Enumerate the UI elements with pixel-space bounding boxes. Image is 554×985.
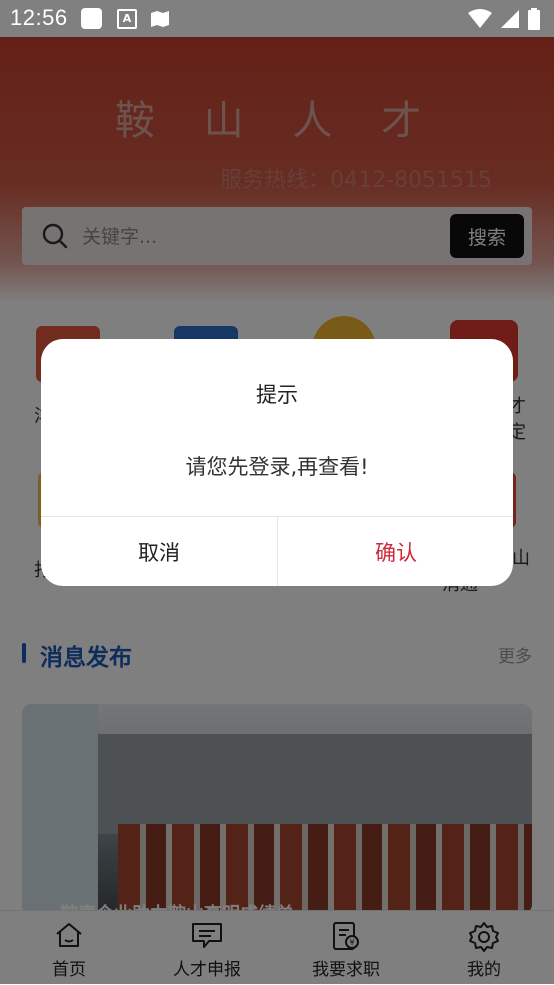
signal-icon [501, 10, 519, 28]
status-bar: 12:56 A [0, 0, 554, 37]
status-time: 12:56 [10, 5, 68, 30]
wifi-icon [468, 9, 492, 28]
cancel-button[interactable]: 取消 [41, 517, 277, 586]
a-badge-icon: A [117, 9, 137, 29]
notification-square-icon [81, 8, 102, 29]
battery-icon [528, 8, 540, 30]
dialog-title: 提示 [256, 383, 298, 407]
status-right-icons [468, 8, 540, 30]
login-prompt-dialog: 提示 请您先登录,再查看! 取消 确认 [41, 339, 513, 586]
map-icon [150, 10, 170, 32]
dialog-message: 请您先登录,再查看! [185, 455, 369, 479]
confirm-button[interactable]: 确认 [278, 517, 513, 586]
